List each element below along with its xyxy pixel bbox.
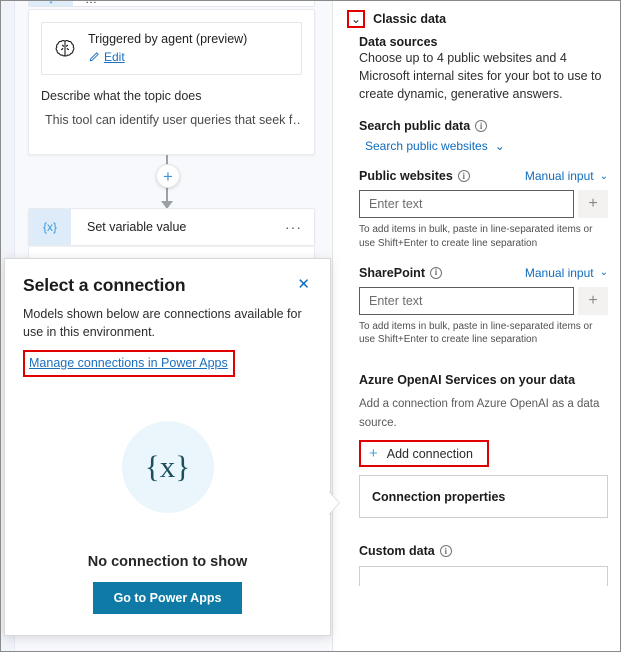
custom-data-text: Custom data — [359, 544, 435, 559]
chevron-down-icon: ⌄ — [351, 12, 362, 26]
custom-data-box[interactable] — [359, 566, 608, 587]
add-connection-label: Add connection — [386, 446, 473, 461]
azure-openai-heading: Azure OpenAI Services on your data — [359, 373, 576, 388]
public-websites-add-button[interactable]: + — [578, 190, 608, 219]
public-websites-text: Public websites — [359, 169, 453, 184]
public-websites-hint: To add items in bulk, paste in line-sepa… — [359, 224, 593, 249]
variable-placeholder-icon: {x} — [121, 420, 214, 513]
sharepoint-row: SharePoint i Manual input ⌄ — [359, 266, 608, 280]
set-variable-node[interactable]: {x} Set variable value ··· — [28, 208, 315, 246]
variable-icon: {x} — [29, 209, 71, 245]
trigger-text: Triggered by agent (preview) Edit — [88, 32, 247, 65]
trigger-edit-row[interactable]: Edit — [88, 50, 247, 65]
sharepoint-text: SharePoint — [359, 265, 425, 280]
manage-connections-link[interactable]: Manage connections in Power Apps — [29, 356, 228, 370]
select-connection-dialog: Select a connection ✕ Models shown below… — [4, 258, 331, 636]
sharepoint-hint: To add items in bulk, paste in line-sepa… — [359, 320, 593, 346]
go-to-power-apps-button[interactable]: Go to Power Apps — [92, 581, 243, 614]
sharepoint-add-button[interactable]: + — [578, 286, 608, 315]
chevron-down-icon: ⌄ — [494, 139, 505, 154]
down-arrow-icon: ↓ — [48, 1, 54, 6]
classic-data-panel: ⌄ Classic data Data sources Choose up to… — [332, 1, 620, 651]
info-icon[interactable]: i — [430, 266, 442, 279]
chevron-down-icon: ⌄ — [599, 170, 608, 182]
azure-openai-description: Add a connection from Azure OpenAI as a … — [359, 398, 600, 429]
empty-state-text: No connection to show — [87, 553, 248, 570]
data-sources-heading: Data sources — [359, 35, 438, 49]
topic-trigger-card: Triggered by agent (preview) Edit Descri… — [28, 9, 315, 155]
plus-icon: + — [369, 445, 378, 463]
trigger-title: Triggered by agent (preview) — [88, 32, 248, 47]
search-public-data-label: Search public data i — [359, 119, 488, 134]
public-websites-label: Public websites i — [359, 169, 470, 183]
custom-data-label: Custom data i — [359, 544, 608, 558]
search-public-websites-value: Search public websites — [365, 139, 488, 154]
sharepoint-label: SharePoint i — [359, 266, 442, 280]
public-websites-input[interactable] — [359, 190, 574, 219]
sharepoint-mode-dropdown[interactable]: Manual input ⌄ — [525, 266, 608, 280]
partial-node-top[interactable]: ↓ … — [28, 1, 315, 7]
manage-connections-highlight: Manage connections in Power Apps — [23, 349, 235, 377]
info-icon[interactable]: i — [439, 545, 452, 558]
edit-link[interactable]: Edit — [104, 50, 125, 65]
collapse-section-highlight[interactable]: ⌄ — [347, 10, 366, 28]
data-sources-description: Choose up to 4 public websites and 4 Mic… — [359, 51, 602, 101]
sharepoint-input-row: + — [359, 286, 608, 315]
partial-node-label: … — [73, 1, 314, 6]
add-node-button[interactable]: + — [156, 164, 180, 188]
chevron-down-icon: ⌄ — [599, 267, 608, 279]
public-websites-input-row: + — [359, 190, 608, 219]
dialog-header: Select a connection ✕ — [23, 275, 312, 296]
connection-properties-button[interactable]: Connection properties — [359, 475, 608, 519]
public-websites-row: Public websites i Manual input ⌄ — [359, 169, 608, 183]
trigger-box[interactable]: Triggered by agent (preview) Edit — [41, 22, 302, 75]
close-icon[interactable]: ✕ — [295, 275, 312, 294]
classic-data-header: ⌄ Classic data — [347, 3, 608, 35]
describe-topic-label: Describe what the topic does — [41, 89, 202, 103]
panel-body: Data sources Choose up to 4 public websi… — [347, 35, 608, 587]
search-public-websites-dropdown[interactable]: Search public websites ⌄ — [359, 139, 608, 153]
public-websites-mode-dropdown[interactable]: Manual input ⌄ — [525, 169, 608, 183]
node-overflow-menu[interactable]: ··· — [285, 219, 314, 235]
brain-icon — [52, 36, 78, 62]
pencil-icon — [88, 51, 100, 63]
classic-data-title: Classic data — [373, 12, 447, 26]
describe-topic-value[interactable]: This tool can identify user queries that… — [41, 113, 302, 127]
app-window: ↓ … Triggered by agent (preview) — [0, 0, 621, 652]
search-public-data-row: Search public data i — [359, 119, 608, 133]
dialog-callout-beak — [328, 491, 339, 515]
set-variable-label: Set variable value — [87, 220, 187, 234]
sharepoint-input[interactable] — [359, 286, 574, 315]
dialog-subtitle: Models shown below are connections avail… — [23, 307, 302, 339]
partial-node-icon: ↓ — [29, 1, 73, 6]
public-websites-mode-value: Manual input — [524, 169, 594, 184]
info-icon[interactable]: i — [475, 120, 488, 133]
search-public-data-text: Search public data — [359, 119, 471, 134]
sharepoint-mode-value: Manual input — [524, 265, 594, 280]
empty-state: {x} No connection to show Go to Power Ap… — [23, 420, 312, 614]
dialog-title: Select a connection — [23, 275, 186, 295]
add-connection-button[interactable]: + Add connection — [359, 440, 489, 468]
info-icon[interactable]: i — [457, 170, 470, 183]
